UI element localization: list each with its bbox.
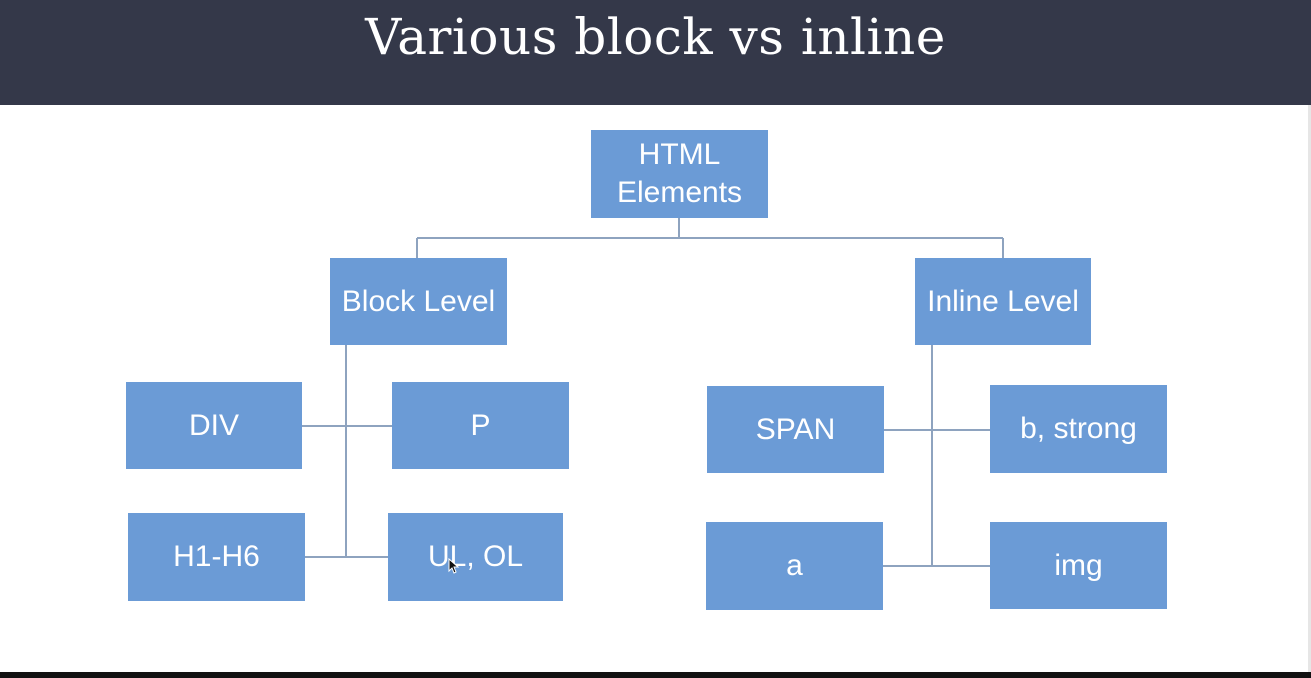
node-a: a [706,522,883,610]
node-img: img [990,522,1167,609]
node-p: P [392,382,569,469]
node-html-elements: HTML Elements [591,130,768,218]
node-span: SPAN [707,386,884,473]
node-block-level: Block Level [330,258,507,345]
node-ul-ol: UL, OL [388,513,563,601]
node-h1-h6: H1-H6 [128,513,305,601]
node-div: DIV [126,382,302,469]
node-inline-level: Inline Level [915,258,1091,345]
node-b-strong: b, strong [990,385,1167,473]
bottom-bar [0,672,1311,678]
mouse-pointer-icon [448,558,460,574]
